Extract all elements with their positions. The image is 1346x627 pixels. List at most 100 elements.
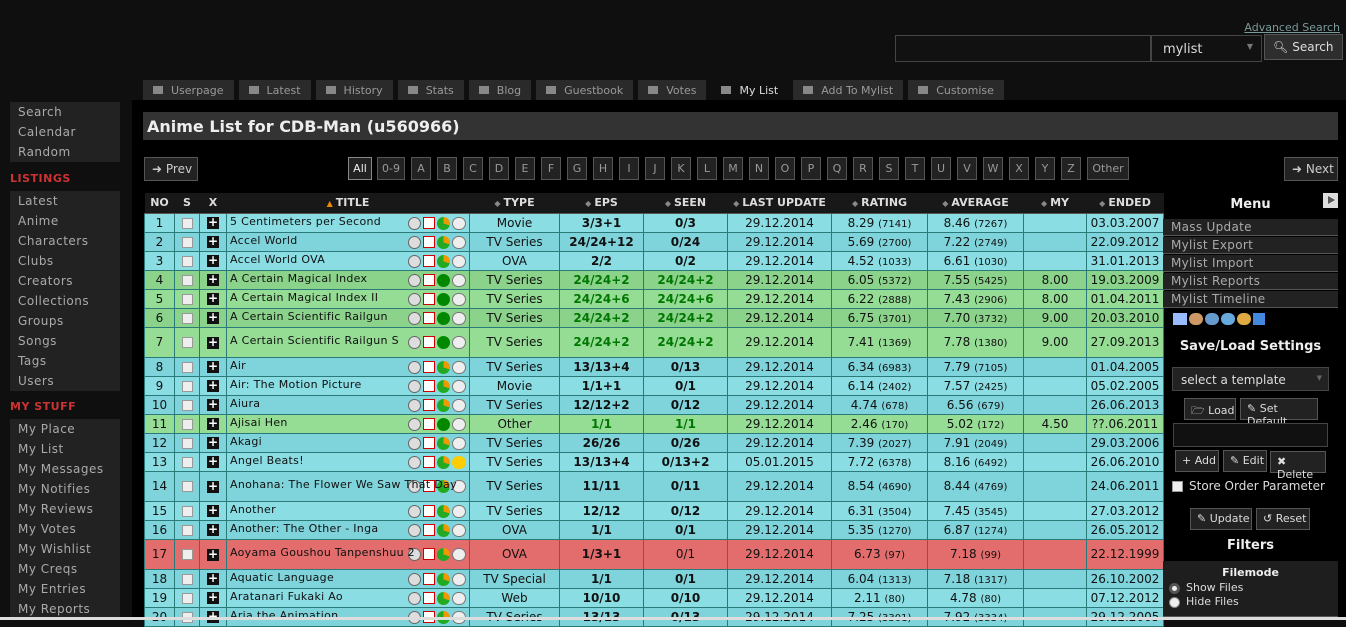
alpha-g[interactable]: G — [567, 157, 587, 180]
col-header-title[interactable]: ▲ TITLE — [226, 193, 470, 214]
edit-icon[interactable] — [423, 417, 435, 430]
info-icon[interactable] — [408, 235, 421, 249]
hide-files-option[interactable]: Hide Files — [1169, 595, 1338, 608]
table-row[interactable]: 16 + Another: The Other - Inga OVA 1/1 0/1 29.… — [144, 519, 1164, 540]
progress-pie-icon[interactable] — [437, 216, 450, 230]
completed-icon[interactable] — [437, 311, 450, 325]
row-checkbox[interactable] — [181, 337, 193, 348]
nav-item-my-messages[interactable]: My Messages — [10, 459, 120, 479]
edit-icon[interactable] — [423, 523, 435, 536]
anime-title-link[interactable]: Anohana: The Flower We Saw That Day — [230, 478, 457, 491]
load-button[interactable]: 🗁︎ Load — [1184, 398, 1236, 420]
add-button[interactable]: + Add — [1175, 450, 1219, 472]
table-row[interactable]: 11 + Ajisai Hen Other 1/1 1/1 29.12.2014 2.46 (… — [144, 413, 1164, 434]
expand-icon[interactable]: + — [207, 591, 219, 604]
table-row[interactable]: 10 + Aiura TV Series 12/12+2 0/12 29.12.2014 4.… — [144, 394, 1164, 415]
progress-pie-icon[interactable] — [437, 436, 450, 450]
nav-item-my-entries[interactable]: My Entries — [10, 579, 120, 599]
completed-icon[interactable] — [437, 292, 450, 306]
info-icon[interactable] — [408, 360, 421, 374]
menu-mylist-reports[interactable]: Mylist Reports — [1163, 273, 1338, 290]
info-icon[interactable] — [408, 336, 421, 349]
expand-icon[interactable]: + — [207, 436, 219, 449]
table-row[interactable]: 5 + A Certain Magical Index II TV Series 24/… — [144, 288, 1164, 309]
col-header-no[interactable]: NO — [144, 193, 175, 214]
nav-item-clubs[interactable]: Clubs — [10, 251, 120, 271]
completed-icon[interactable] — [437, 417, 450, 431]
row-checkbox[interactable] — [181, 274, 193, 286]
row-checkbox[interactable] — [181, 380, 193, 392]
show-files-radio[interactable] — [1169, 582, 1180, 594]
table-row[interactable]: 9 + Air: The Motion Picture Movie 1/1+1 0/1 29… — [144, 375, 1164, 396]
nav-item-my-wishlist[interactable]: My Wishlist — [10, 539, 120, 559]
watch-icon[interactable] — [452, 235, 466, 249]
id-card-icon[interactable] — [1173, 313, 1187, 325]
alpha-w[interactable]: W — [983, 157, 1003, 180]
user-star-icon[interactable] — [1237, 313, 1251, 325]
alpha-y[interactable]: Y — [1035, 157, 1055, 180]
nav-item-songs[interactable]: Songs — [10, 331, 120, 351]
anime-title-link[interactable]: A Certain Magical Index — [230, 272, 367, 285]
nav-item-users[interactable]: Users — [10, 371, 120, 391]
alpha-r[interactable]: R — [853, 157, 873, 180]
watch-icon[interactable] — [452, 417, 466, 431]
nav-item-my-creqs[interactable]: My Creqs — [10, 559, 120, 579]
progress-pie-icon[interactable] — [437, 254, 450, 268]
expand-icon[interactable]: + — [207, 216, 219, 229]
user-group-icon[interactable] — [1221, 313, 1235, 325]
col-header-s[interactable]: S — [174, 193, 200, 214]
progress-pie-icon[interactable] — [437, 379, 450, 393]
edit-icon[interactable] — [423, 504, 435, 517]
alpha-c[interactable]: C — [463, 157, 483, 180]
edit-icon[interactable] — [423, 292, 435, 305]
anime-title-link[interactable]: Air: The Motion Picture — [230, 378, 362, 391]
row-checkbox[interactable] — [181, 293, 193, 305]
edit-icon[interactable] — [423, 591, 435, 604]
alpha-n[interactable]: N — [749, 157, 769, 180]
nav-item-my-votes[interactable]: My Votes — [10, 519, 120, 539]
nav-item-tags[interactable]: Tags — [10, 351, 120, 371]
alpha-f[interactable]: F — [541, 157, 561, 180]
watch-icon[interactable] — [452, 336, 466, 349]
expand-icon[interactable]: + — [207, 417, 219, 430]
edit-icon[interactable] — [423, 436, 435, 449]
table-row[interactable]: 13 + Angel Beats! TV Series 13/13+4 0/13+2 05.… — [144, 451, 1164, 472]
edit-button[interactable]: ✎ Edit — [1223, 450, 1267, 472]
nav-item-characters[interactable]: Characters — [10, 231, 120, 251]
expand-icon[interactable]: + — [207, 455, 219, 468]
expand-icon[interactable]: + — [207, 398, 219, 411]
anime-title-link[interactable]: A Certain Magical Index II — [230, 291, 378, 304]
col-header-seen[interactable]: ◆ SEEN — [643, 193, 728, 214]
watch-icon[interactable] — [452, 292, 466, 306]
expand-icon[interactable]: + — [207, 548, 219, 561]
user-icon[interactable] — [1189, 313, 1203, 325]
nav-item-my-list[interactable]: My List — [10, 439, 120, 459]
row-checkbox[interactable] — [181, 524, 193, 536]
search-input[interactable] — [895, 35, 1151, 62]
row-checkbox[interactable] — [181, 312, 193, 324]
completed-icon[interactable] — [437, 273, 450, 287]
tab-blog[interactable]: Blog — [468, 80, 532, 101]
nav-item-search[interactable]: Search — [10, 102, 120, 122]
alpha-s[interactable]: S — [879, 157, 899, 180]
tab-guestbook[interactable]: Guestbook — [536, 80, 634, 101]
edit-icon[interactable] — [423, 311, 435, 324]
info-icon[interactable] — [408, 398, 421, 412]
alpha-z[interactable]: Z — [1061, 157, 1081, 180]
progress-pie-icon[interactable] — [437, 548, 450, 561]
col-header-last-update[interactable]: ◆ LAST UPDATE — [727, 193, 832, 214]
info-icon[interactable] — [408, 572, 421, 586]
completed-icon[interactable] — [437, 336, 450, 349]
table-row[interactable]: 14 + Anohana: The Flower We Saw That Day TV… — [144, 470, 1164, 502]
anime-title-link[interactable]: 5 Centimeters per Second — [230, 215, 381, 228]
template-select[interactable]: select a template ▼ — [1172, 367, 1329, 391]
table-row[interactable]: 12 + Akagi TV Series 26/26 0/26 29.12.2014 7.39… — [144, 432, 1164, 453]
info-icon[interactable] — [408, 417, 421, 431]
alpha-l[interactable]: L — [697, 157, 717, 180]
alpha-0-9[interactable]: 0-9 — [377, 157, 405, 180]
alpha-d[interactable]: D — [489, 157, 509, 180]
anime-title-link[interactable]: Aratanari Fukaki Ao — [230, 590, 343, 603]
anime-title-link[interactable]: Aiura — [230, 397, 260, 410]
alpha-u[interactable]: U — [931, 157, 951, 180]
set-default-button[interactable]: ✎ Set Default — [1240, 398, 1318, 428]
